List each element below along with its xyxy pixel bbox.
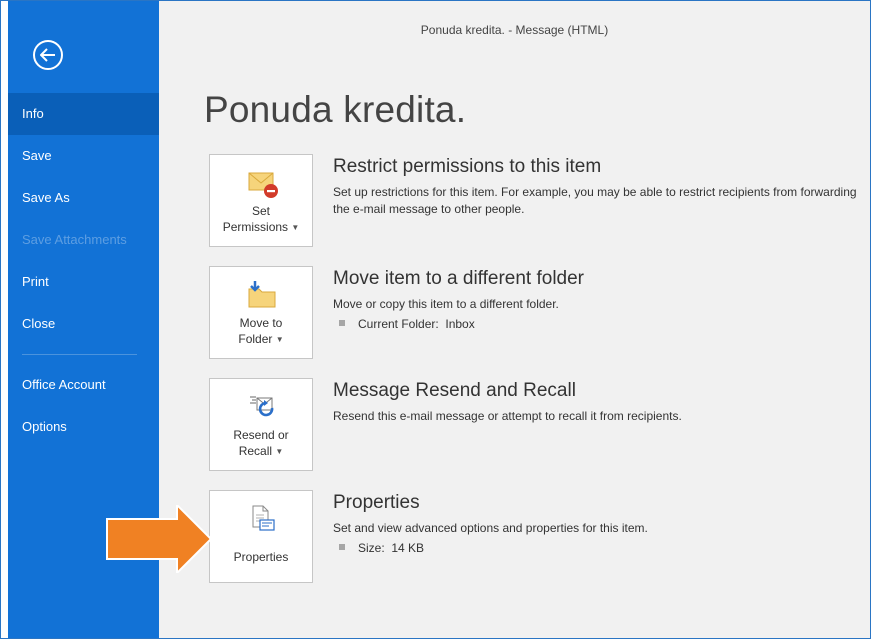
section-text: Properties Set and view advanced options…: [333, 490, 863, 555]
move-to-folder-label-1: Move to: [239, 316, 283, 330]
move-to-folder-label-2: Folder: [238, 332, 273, 346]
left-gutter: [1, 1, 8, 638]
properties-label: Properties: [233, 550, 289, 564]
set-permissions-label-1: Set: [251, 204, 270, 218]
current-folder-value: Inbox: [445, 317, 475, 331]
page-title: Ponuda kredita.: [204, 89, 467, 130]
chevron-down-icon: ▼: [275, 335, 284, 344]
size-info: Size: 14 KB: [333, 541, 863, 555]
section-description: Resend this e-mail message or attempt to…: [333, 409, 682, 423]
envelope-restrict-icon: [248, 172, 278, 198]
section-text: Move item to a different folder Move or …: [333, 266, 863, 331]
section-title: Restrict permissions to this item: [333, 156, 602, 177]
current-folder-info: Current Folder: Inbox: [333, 317, 863, 331]
section-text: Restrict permissions to this item Set up…: [333, 154, 863, 218]
sidebar-item-options[interactable]: Options: [8, 406, 159, 448]
sidebar-item-print[interactable]: Print: [8, 261, 159, 303]
resend-or-recall-button[interactable]: Resend or Recall ▼: [209, 378, 313, 471]
sidebar-item-office-account[interactable]: Office Account: [8, 364, 159, 406]
set-permissions-button[interactable]: Set Permissions ▼: [209, 154, 313, 247]
outlook-backstage-window: Info Save Save As Save Attachments Print…: [0, 0, 871, 639]
size-value: 14 KB: [391, 541, 425, 555]
folder-move-icon: [248, 281, 276, 308]
section-title: Properties: [333, 492, 420, 513]
section-description: Set and view advanced options and proper…: [333, 521, 648, 535]
back-button[interactable]: [33, 40, 63, 70]
sidebar-item-save-attachments: Save Attachments: [22, 232, 127, 247]
chevron-down-icon: ▼: [275, 447, 284, 456]
section-text: Message Resend and Recall Resend this e-…: [333, 378, 863, 425]
resend-recall-label-1: Resend or: [233, 428, 289, 442]
chevron-down-icon: ▼: [291, 223, 300, 232]
sidebar-item-save[interactable]: Save: [8, 135, 159, 177]
sidebar-item-save-as[interactable]: Save As: [8, 177, 159, 219]
sidebar-divider: [22, 354, 137, 355]
sidebar-nav: Info Save Save As Save Attachments Print…: [8, 93, 159, 448]
current-folder-label: Current Folder:: [358, 317, 439, 331]
message-resend-icon: [250, 396, 274, 417]
section-description: Move or copy this item to a different fo…: [333, 297, 559, 311]
arrow-left-circle-icon: [40, 48, 55, 62]
set-permissions-label-2: Permissions: [222, 220, 289, 234]
properties-button[interactable]: Properties: [209, 490, 313, 583]
resend-recall-label-2: Recall: [238, 444, 273, 458]
orange-arrow-icon: [106, 505, 213, 573]
main-content: Ponuda kredita. - Message (HTML) Ponuda …: [159, 1, 870, 638]
section-title: Message Resend and Recall: [333, 380, 576, 401]
bullet-square-icon: [339, 320, 345, 326]
sidebar-item-info[interactable]: Info: [8, 93, 159, 135]
size-label: Size:: [358, 541, 385, 555]
bullet-square-icon: [339, 544, 345, 550]
properties-document-icon: [252, 505, 275, 531]
window-title: Ponuda kredita. - Message (HTML): [420, 23, 609, 37]
section-title: Move item to a different folder: [333, 268, 584, 289]
sidebar-item-close[interactable]: Close: [8, 303, 159, 345]
section-description: Set up restrictions for this item. For e…: [333, 185, 857, 216]
move-to-folder-button[interactable]: Move to Folder ▼: [209, 266, 313, 359]
